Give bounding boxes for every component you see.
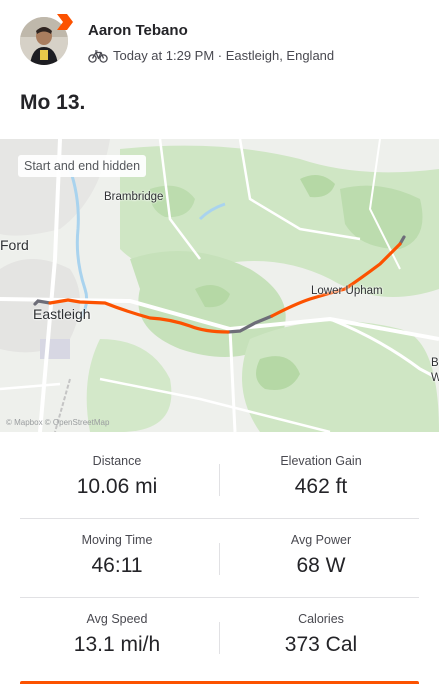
stat-moving-time: Moving Time 46:11 xyxy=(17,519,217,578)
route-map[interactable]: Start and end hidden Brambridge Ford Eas… xyxy=(0,139,439,432)
stats-grid: Distance 10.06 mi Elevation Gain 462 ft … xyxy=(0,440,439,677)
map-attribution[interactable]: © Mapbox © OpenStreetMap xyxy=(6,418,109,427)
stat-label: Moving Time xyxy=(81,533,153,547)
stat-label: Calories xyxy=(298,612,344,626)
divider xyxy=(219,464,220,496)
divider xyxy=(219,622,220,654)
subscriber-badge-icon xyxy=(57,14,73,30)
place-brambridge: Brambridge xyxy=(104,191,164,203)
activity-title[interactable]: Mo 13. xyxy=(20,91,85,115)
activity-header: Aaron Tebano Today at 1:29 PM · Eastleig… xyxy=(0,0,439,82)
place-edge-b: B xyxy=(431,357,439,369)
place-lower-upham: Lower Upham xyxy=(311,285,383,297)
stats-row: Moving Time 46:11 Avg Power 68 W xyxy=(0,519,439,598)
place-ford: Ford xyxy=(0,237,29,253)
privacy-label: Start and end hidden xyxy=(18,155,147,177)
stat-avg-power: Avg Power 68 W xyxy=(221,519,421,578)
stat-calories: Calories 373 Cal xyxy=(221,598,421,657)
stat-avg-speed: Avg Speed 13.1 mi/h xyxy=(17,598,217,657)
stat-value: 462 ft xyxy=(294,475,348,498)
activity-meta-text: Today at 1:29 PM · Eastleigh, England xyxy=(113,48,335,63)
stat-value: 46:11 xyxy=(91,554,143,577)
stat-value: 10.06 mi xyxy=(76,475,158,498)
stat-value: 13.1 mi/h xyxy=(73,633,161,656)
stat-label: Elevation Gain xyxy=(280,454,362,468)
stat-elevation-gain: Elevation Gain 462 ft xyxy=(221,440,421,499)
stat-distance: Distance 10.06 mi xyxy=(17,440,217,499)
place-edge-w: W xyxy=(431,372,439,384)
stat-label: Avg Power xyxy=(290,533,352,547)
stat-value: 373 Cal xyxy=(284,633,358,656)
stats-row: Avg Speed 13.1 mi/h Calories 373 Cal xyxy=(0,598,439,677)
activity-meta: Today at 1:29 PM · Eastleigh, England xyxy=(88,48,334,63)
bike-icon xyxy=(88,49,108,63)
stat-value: 68 W xyxy=(296,554,346,577)
divider xyxy=(219,543,220,575)
stat-label: Avg Speed xyxy=(86,612,148,626)
athlete-name[interactable]: Aaron Tebano xyxy=(88,22,188,39)
stats-row: Distance 10.06 mi Elevation Gain 462 ft xyxy=(0,440,439,519)
stat-label: Distance xyxy=(92,454,142,468)
place-eastleigh: Eastleigh xyxy=(33,306,91,322)
